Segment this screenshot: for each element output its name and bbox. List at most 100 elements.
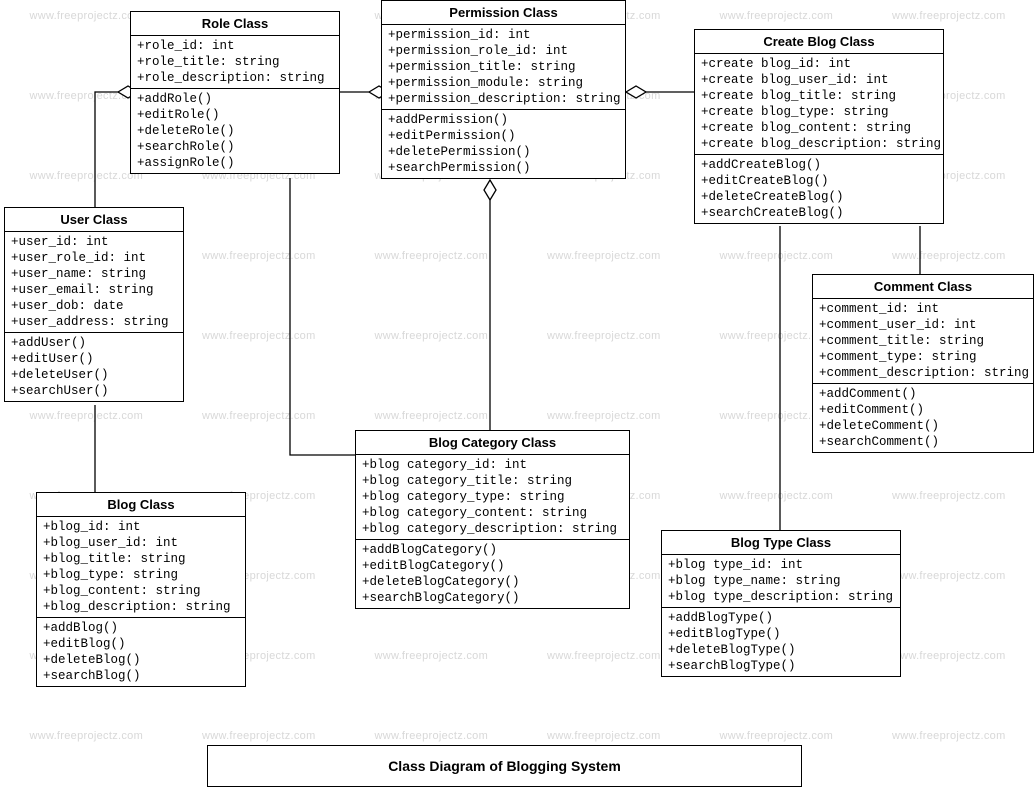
operation-line: +addBlogCategory(): [362, 542, 623, 558]
attribute-line: +role_title: string: [137, 54, 333, 70]
operation-line: +addUser(): [11, 335, 177, 351]
class-title: Create Blog Class: [695, 30, 943, 54]
operation-line: +editBlogType(): [668, 626, 894, 642]
operation-line: +searchCreateBlog(): [701, 205, 937, 221]
attribute-line: +blog_content: string: [43, 583, 239, 599]
attribute-line: +blog category_type: string: [362, 489, 623, 505]
attribute-line: +blog type_name: string: [668, 573, 894, 589]
operation-line: +editBlogCategory(): [362, 558, 623, 574]
class-operations: +addBlogCategory()+editBlogCategory()+de…: [356, 540, 629, 608]
operation-line: +addCreateBlog(): [701, 157, 937, 173]
attribute-line: +permission_title: string: [388, 59, 619, 75]
attribute-line: +blog_title: string: [43, 551, 239, 567]
attribute-line: +create blog_id: int: [701, 56, 937, 72]
class-blog_category: Blog Category Class+blog category_id: in…: [355, 430, 630, 609]
attribute-line: +permission_module: string: [388, 75, 619, 91]
attribute-line: +user_address: string: [11, 314, 177, 330]
attribute-line: +blog_user_id: int: [43, 535, 239, 551]
attribute-line: +create blog_content: string: [701, 120, 937, 136]
class-operations: +addBlogType()+editBlogType()+deleteBlog…: [662, 608, 900, 676]
class-attributes: +blog_id: int+blog_user_id: int+blog_tit…: [37, 517, 245, 618]
class-attributes: +role_id: int+role_title: string+role_de…: [131, 36, 339, 89]
class-title: Permission Class: [382, 1, 625, 25]
diagram-canvas: Role Class+role_id: int+role_title: stri…: [0, 0, 1035, 792]
operation-line: +assignRole(): [137, 155, 333, 171]
attribute-line: +comment_description: string: [819, 365, 1027, 381]
attribute-line: +comment_id: int: [819, 301, 1027, 317]
operation-line: +addBlogType(): [668, 610, 894, 626]
operation-line: +editUser(): [11, 351, 177, 367]
attribute-line: +user_dob: date: [11, 298, 177, 314]
operation-line: +searchBlogCategory(): [362, 590, 623, 606]
attribute-line: +blog_id: int: [43, 519, 239, 535]
operation-line: +addComment(): [819, 386, 1027, 402]
class-comment: Comment Class+comment_id: int+comment_us…: [812, 274, 1034, 453]
operation-line: +deleteBlog(): [43, 652, 239, 668]
attribute-line: +blog category_description: string: [362, 521, 623, 537]
attribute-line: +create blog_title: string: [701, 88, 937, 104]
attribute-line: +permission_id: int: [388, 27, 619, 43]
attribute-line: +permission_description: string: [388, 91, 619, 107]
class-attributes: +permission_id: int+permission_role_id: …: [382, 25, 625, 110]
attribute-line: +user_email: string: [11, 282, 177, 298]
operation-line: +searchComment(): [819, 434, 1027, 450]
attribute-line: +blog category_id: int: [362, 457, 623, 473]
attribute-line: +user_id: int: [11, 234, 177, 250]
attribute-line: +create blog_user_id: int: [701, 72, 937, 88]
class-operations: +addPermission()+editPermission()+delete…: [382, 110, 625, 178]
attribute-line: +role_description: string: [137, 70, 333, 86]
operation-line: +deleteBlogType(): [668, 642, 894, 658]
operation-line: +deletePermission(): [388, 144, 619, 160]
attribute-line: +blog type_id: int: [668, 557, 894, 573]
operation-line: +deleteRole(): [137, 123, 333, 139]
class-title: User Class: [5, 208, 183, 232]
class-attributes: +create blog_id: int+create blog_user_id…: [695, 54, 943, 155]
operation-line: +editCreateBlog(): [701, 173, 937, 189]
class-operations: +addUser()+editUser()+deleteUser()+searc…: [5, 333, 183, 401]
operation-line: +editRole(): [137, 107, 333, 123]
attribute-line: +comment_type: string: [819, 349, 1027, 365]
class-title: Role Class: [131, 12, 339, 36]
operation-line: +addBlog(): [43, 620, 239, 636]
class-title: Blog Type Class: [662, 531, 900, 555]
attribute-line: +comment_user_id: int: [819, 317, 1027, 333]
attribute-line: +comment_title: string: [819, 333, 1027, 349]
attribute-line: +user_role_id: int: [11, 250, 177, 266]
operation-line: +searchRole(): [137, 139, 333, 155]
attribute-line: +blog_description: string: [43, 599, 239, 615]
class-title: Comment Class: [813, 275, 1033, 299]
class-operations: +addRole()+editRole()+deleteRole()+searc…: [131, 89, 339, 173]
operation-line: +searchBlogType(): [668, 658, 894, 674]
class-operations: +addComment()+editComment()+deleteCommen…: [813, 384, 1033, 452]
operation-line: +deleteCreateBlog(): [701, 189, 937, 205]
operation-line: +deleteComment(): [819, 418, 1027, 434]
class-title: Blog Class: [37, 493, 245, 517]
operation-line: +addRole(): [137, 91, 333, 107]
class-attributes: +comment_id: int+comment_user_id: int+co…: [813, 299, 1033, 384]
attribute-line: +user_name: string: [11, 266, 177, 282]
class-blog: Blog Class+blog_id: int+blog_user_id: in…: [36, 492, 246, 687]
attribute-line: +blog type_description: string: [668, 589, 894, 605]
class-create_blog: Create Blog Class+create blog_id: int+cr…: [694, 29, 944, 224]
attribute-line: +create blog_description: string: [701, 136, 937, 152]
class-permission: Permission Class+permission_id: int+perm…: [381, 0, 626, 179]
operation-line: +editBlog(): [43, 636, 239, 652]
class-operations: +addCreateBlog()+editCreateBlog()+delete…: [695, 155, 943, 223]
operation-line: +searchPermission(): [388, 160, 619, 176]
class-title: Blog Category Class: [356, 431, 629, 455]
class-attributes: +user_id: int+user_role_id: int+user_nam…: [5, 232, 183, 333]
operation-line: +deleteBlogCategory(): [362, 574, 623, 590]
attribute-line: +blog category_content: string: [362, 505, 623, 521]
attribute-line: +permission_role_id: int: [388, 43, 619, 59]
class-blog_type: Blog Type Class+blog type_id: int+blog t…: [661, 530, 901, 677]
class-attributes: +blog category_id: int+blog category_tit…: [356, 455, 629, 540]
operation-line: +addPermission(): [388, 112, 619, 128]
class-user: User Class+user_id: int+user_role_id: in…: [4, 207, 184, 402]
attribute-line: +create blog_type: string: [701, 104, 937, 120]
class-role: Role Class+role_id: int+role_title: stri…: [130, 11, 340, 174]
operation-line: +editPermission(): [388, 128, 619, 144]
class-operations: +addBlog()+editBlog()+deleteBlog()+searc…: [37, 618, 245, 686]
attribute-line: +blog_type: string: [43, 567, 239, 583]
operation-line: +editComment(): [819, 402, 1027, 418]
class-attributes: +blog type_id: int+blog type_name: strin…: [662, 555, 900, 608]
